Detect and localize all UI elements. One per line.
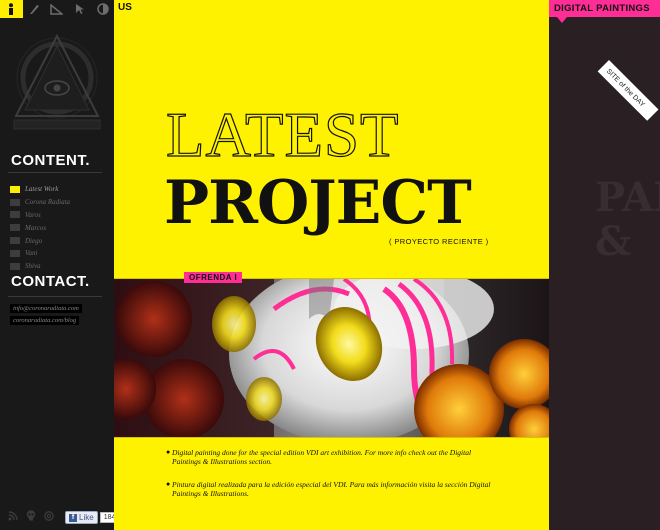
cursor-icon[interactable] (68, 0, 91, 18)
menu-label: Varos (25, 210, 41, 219)
content-heading: CONTENT. (11, 152, 90, 169)
facebook-icon: f (69, 513, 77, 522)
project-tag: OFRENDA I (184, 272, 243, 283)
site-of-the-day-badge[interactable]: SITE of the DAY (597, 60, 659, 121)
facebook-like-widget: f Like 184 (65, 511, 120, 524)
menu-item-varos[interactable]: Varos (10, 209, 70, 222)
rss-icon[interactable] (8, 510, 18, 524)
contact-email-link[interactable]: info@coronaradiata.com (10, 304, 82, 313)
divider (114, 437, 549, 438)
menu-label: Shiva (25, 262, 41, 271)
tab-us[interactable]: US (118, 2, 132, 13)
menu-label: Marcos (25, 223, 47, 232)
menu-label: Vani (25, 249, 38, 258)
ruler-triangle-icon[interactable] (46, 0, 69, 18)
right-panel: DIGITAL PAINTINGS PAI & SITE of the DAY (549, 0, 660, 530)
divider (8, 172, 102, 173)
bullet-icon: ● (166, 448, 171, 456)
menu-item-latest-work[interactable]: Latest Work (10, 183, 70, 196)
bullet-icon: ● (166, 480, 171, 488)
menu-item-shiva[interactable]: Shiva (10, 260, 70, 273)
person-icon[interactable] (0, 0, 23, 18)
menu-marker (10, 211, 20, 219)
menu-marker (10, 224, 20, 232)
menu-marker (10, 185, 20, 193)
contact-heading: CONTACT. (11, 273, 90, 290)
content-menu: Latest Work Corona Radiata Varos Marcos … (10, 183, 70, 273)
menu-item-diego[interactable]: Diego (10, 234, 70, 247)
corona-radiata-logo[interactable] (6, 24, 108, 136)
social-icons (8, 510, 54, 524)
main-panel: US LATEST PROJECT ( PROYECTO RECIENTE ) … (114, 0, 549, 530)
menu-item-marcos[interactable]: Marcos (10, 221, 70, 234)
caption-english-text: Digital painting done for the special ed… (172, 448, 472, 466)
project-artwork[interactable] (114, 279, 549, 437)
tool-strip (0, 0, 114, 18)
menu-label: Diego (25, 236, 43, 245)
headline-latest: LATEST (165, 100, 400, 170)
headline-subtitle: ( PROYECTO RECIENTE ) (389, 237, 489, 246)
menu-marker (10, 198, 20, 206)
at-icon[interactable] (44, 510, 54, 524)
skull-icon[interactable] (26, 510, 36, 524)
divider (8, 296, 102, 297)
facebook-like-label: Like (79, 513, 94, 522)
menu-item-corona-radiata[interactable]: Corona Radiata (10, 196, 70, 209)
contact-blog-link[interactable]: coronaradiata.com/blog (10, 316, 80, 325)
contrast-icon[interactable] (91, 0, 114, 18)
brush-icon[interactable] (23, 0, 46, 18)
menu-marker (10, 262, 20, 270)
caption-english: ● Digital painting done for the special … (166, 448, 492, 466)
menu-marker (10, 249, 20, 257)
tab-notch (557, 17, 567, 23)
caption-spanish-text: Pintura digital realizada para la edició… (172, 480, 491, 498)
menu-label: Corona Radiata (25, 198, 71, 207)
tab-digital-paintings[interactable]: DIGITAL PAINTINGS (549, 0, 660, 17)
sidebar: CONTENT. Latest Work Corona Radiata Varo… (0, 0, 120, 530)
headline-project: PROJECT (164, 168, 472, 238)
caption-spanish: ● Pintura digital realizada para la edic… (166, 480, 492, 498)
menu-item-vani[interactable]: Vani (10, 247, 70, 260)
menu-marker (10, 237, 20, 245)
menu-label: Latest Work (25, 185, 59, 194)
facebook-like-button[interactable]: f Like (65, 511, 98, 524)
panel-preview-heading: PAI & (595, 174, 660, 265)
